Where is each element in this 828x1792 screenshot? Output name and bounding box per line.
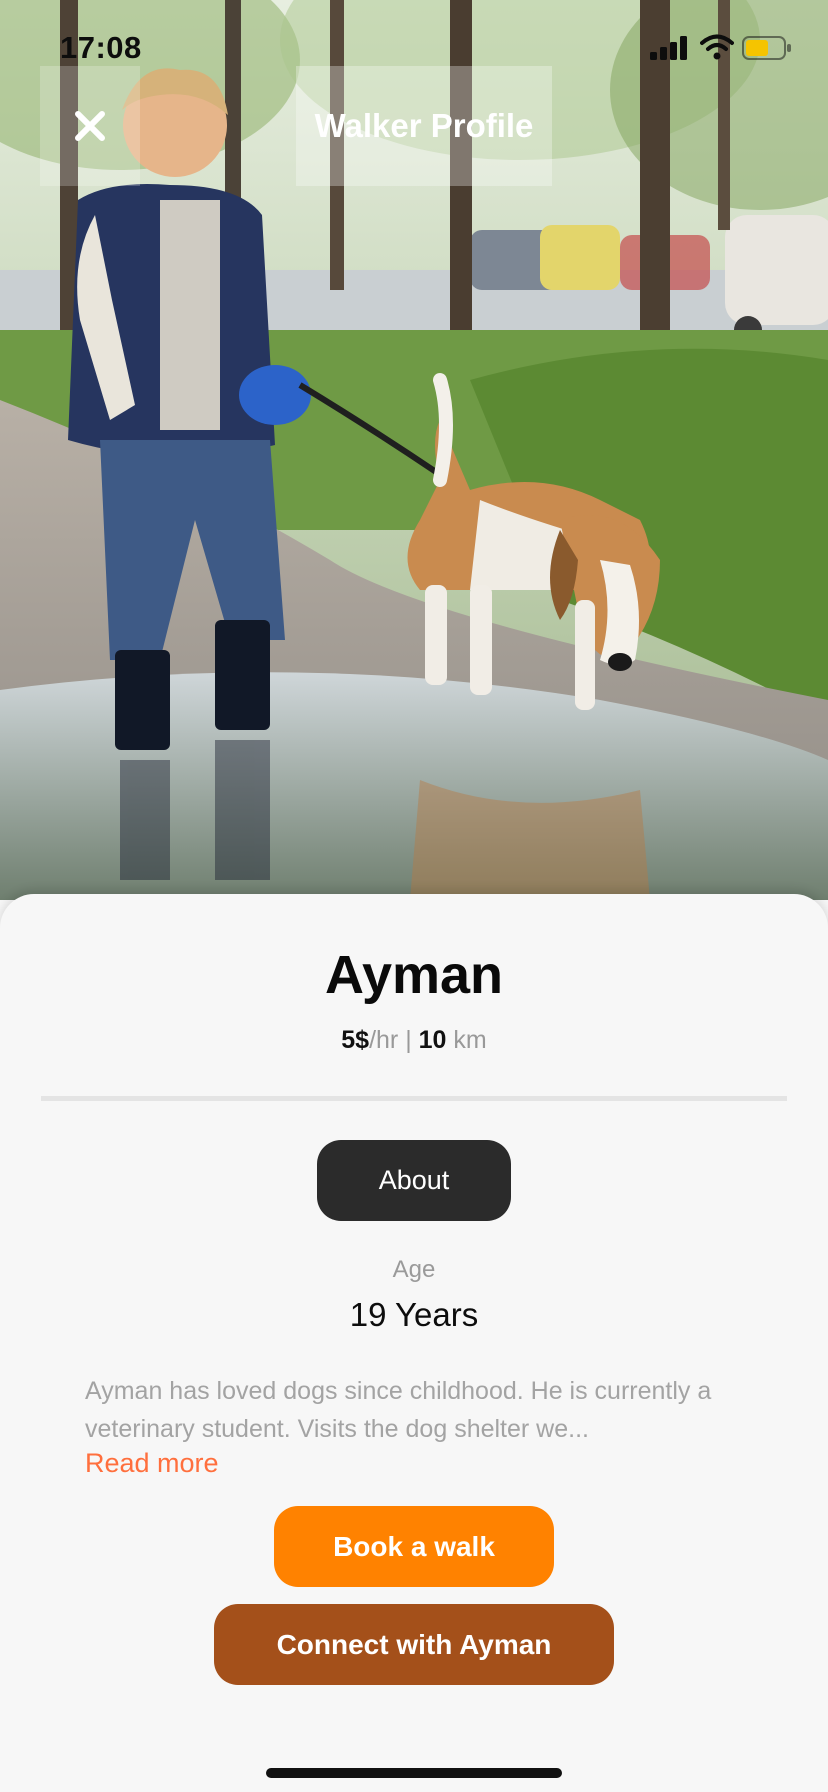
age-label: Age xyxy=(392,1256,436,1283)
profile-card: Ayman 5$/hr | 10 km About Age 19 Years A… xyxy=(0,894,828,1792)
rate-value: 5$ xyxy=(341,1026,370,1054)
distance-unit: km xyxy=(446,1026,487,1054)
tab-about[interactable]: About xyxy=(317,1140,511,1221)
header-title-box: Walker Profile xyxy=(296,66,552,186)
close-icon xyxy=(75,111,105,141)
rate-unit: /hr xyxy=(369,1026,399,1054)
wifi-icon xyxy=(700,34,734,60)
divider xyxy=(41,1096,787,1101)
close-button[interactable] xyxy=(40,66,140,186)
rate-distance-line: 5$/hr | 10 km xyxy=(0,1026,828,1055)
connect-button[interactable]: Connect with Ayman xyxy=(214,1604,614,1685)
rate-separator: | xyxy=(398,1026,419,1054)
book-walk-button[interactable]: Book a walk xyxy=(274,1506,554,1587)
home-indicator xyxy=(266,1768,562,1778)
cellular-signal-icon xyxy=(650,36,687,60)
distance-value: 10 xyxy=(418,1026,447,1054)
page-title: Walker Profile xyxy=(314,107,534,144)
status-time: 17:08 xyxy=(60,30,142,65)
read-more-link[interactable]: Read more xyxy=(85,1448,219,1479)
battery-icon xyxy=(742,36,791,60)
age-value: 19 Years xyxy=(349,1296,479,1333)
walker-name: Ayman xyxy=(324,945,504,1005)
bio-text: Ayman has loved dogs since childhood. He… xyxy=(85,1377,712,1443)
